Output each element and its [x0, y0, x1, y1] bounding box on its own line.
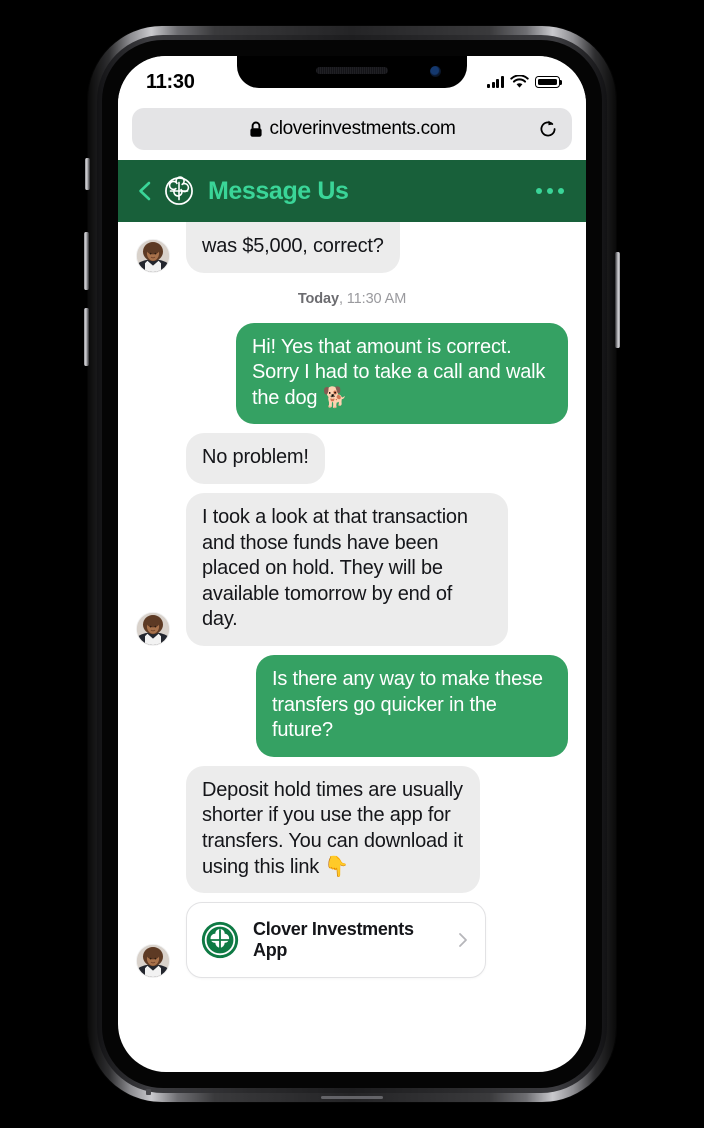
message-bubble-incoming[interactable]: was $5,000, correct?	[186, 222, 400, 273]
message-bubble-outgoing[interactable]: Hi! Yes that amount is correct. Sorry I …	[236, 322, 568, 425]
phone-device: 11:30 cloverinvestments.com Message Us w…	[84, 26, 620, 1102]
clover-app-logo-icon	[201, 921, 239, 960]
message-row: I took a look at that transaction and th…	[136, 492, 568, 646]
app-link-card[interactable]: Clover Investments App	[186, 902, 486, 979]
clover-logo-icon	[165, 176, 193, 205]
more-options-icon[interactable]	[535, 187, 564, 195]
app-header: Message Us	[118, 160, 586, 222]
cellular-signal-icon	[487, 76, 504, 88]
avatar	[136, 944, 170, 979]
message-bubble-incoming[interactable]: I took a look at that transaction and th…	[186, 492, 508, 646]
message-bubble-incoming[interactable]: Deposit hold times are usually shorter i…	[186, 765, 480, 894]
lock-icon	[249, 121, 262, 137]
front-camera-icon	[430, 66, 441, 77]
bottom-antenna-line	[146, 1089, 151, 1095]
power-button[interactable]	[615, 252, 620, 348]
address-bar-content: cloverinvestments.com	[146, 118, 558, 140]
back-chevron-icon[interactable]	[134, 180, 156, 202]
message-bubble-outgoing[interactable]: Is there any way to make these transfers…	[256, 654, 568, 757]
day-timestamp-day: Today	[297, 290, 339, 307]
avatar	[136, 238, 170, 273]
battery-icon	[535, 76, 563, 88]
message-bubble-incoming[interactable]: No problem!	[186, 433, 325, 484]
volume-down-button[interactable]	[84, 308, 89, 366]
avatar-slot	[136, 944, 178, 979]
avatar	[136, 611, 170, 646]
message-row: Is there any way to make these transfers…	[136, 654, 568, 757]
status-icons	[487, 75, 563, 89]
volume-up-button[interactable]	[84, 232, 89, 290]
address-bar[interactable]: cloverinvestments.com	[132, 108, 572, 150]
mute-switch-button[interactable]	[85, 158, 90, 190]
phone-screen: 11:30 cloverinvestments.com Message Us w…	[118, 56, 586, 1072]
avatar-slot	[136, 238, 178, 273]
bottom-speaker	[321, 1096, 383, 1099]
avatar-slot	[136, 611, 178, 646]
earpiece-speaker-icon	[316, 67, 388, 74]
wifi-icon	[510, 75, 529, 88]
status-time: 11:30	[146, 70, 195, 93]
message-thread[interactable]: was $5,000, correct? Today, 11:30 AM Hi! Y…	[118, 222, 586, 1021]
day-timestamp-time: , 11:30 AM	[338, 290, 407, 307]
url-text: cloverinvestments.com	[269, 118, 456, 139]
reload-icon[interactable]	[538, 119, 558, 139]
display-notch	[237, 56, 467, 88]
app-link-card-title: Clover Investments App	[253, 919, 414, 961]
message-row: was $5,000, correct?	[136, 222, 568, 273]
chevron-right-icon[interactable]	[455, 932, 471, 948]
message-row: Clover Investments App	[136, 902, 568, 979]
message-row: Deposit hold times are usually shorter i…	[136, 765, 568, 894]
page-title: Message Us	[208, 176, 349, 205]
message-row: Hi! Yes that amount is correct. Sorry I …	[136, 322, 568, 425]
browser-chrome: cloverinvestments.com	[118, 104, 586, 160]
day-timestamp: Today, 11:30 AM	[136, 291, 568, 307]
message-row: No problem!	[136, 433, 568, 484]
